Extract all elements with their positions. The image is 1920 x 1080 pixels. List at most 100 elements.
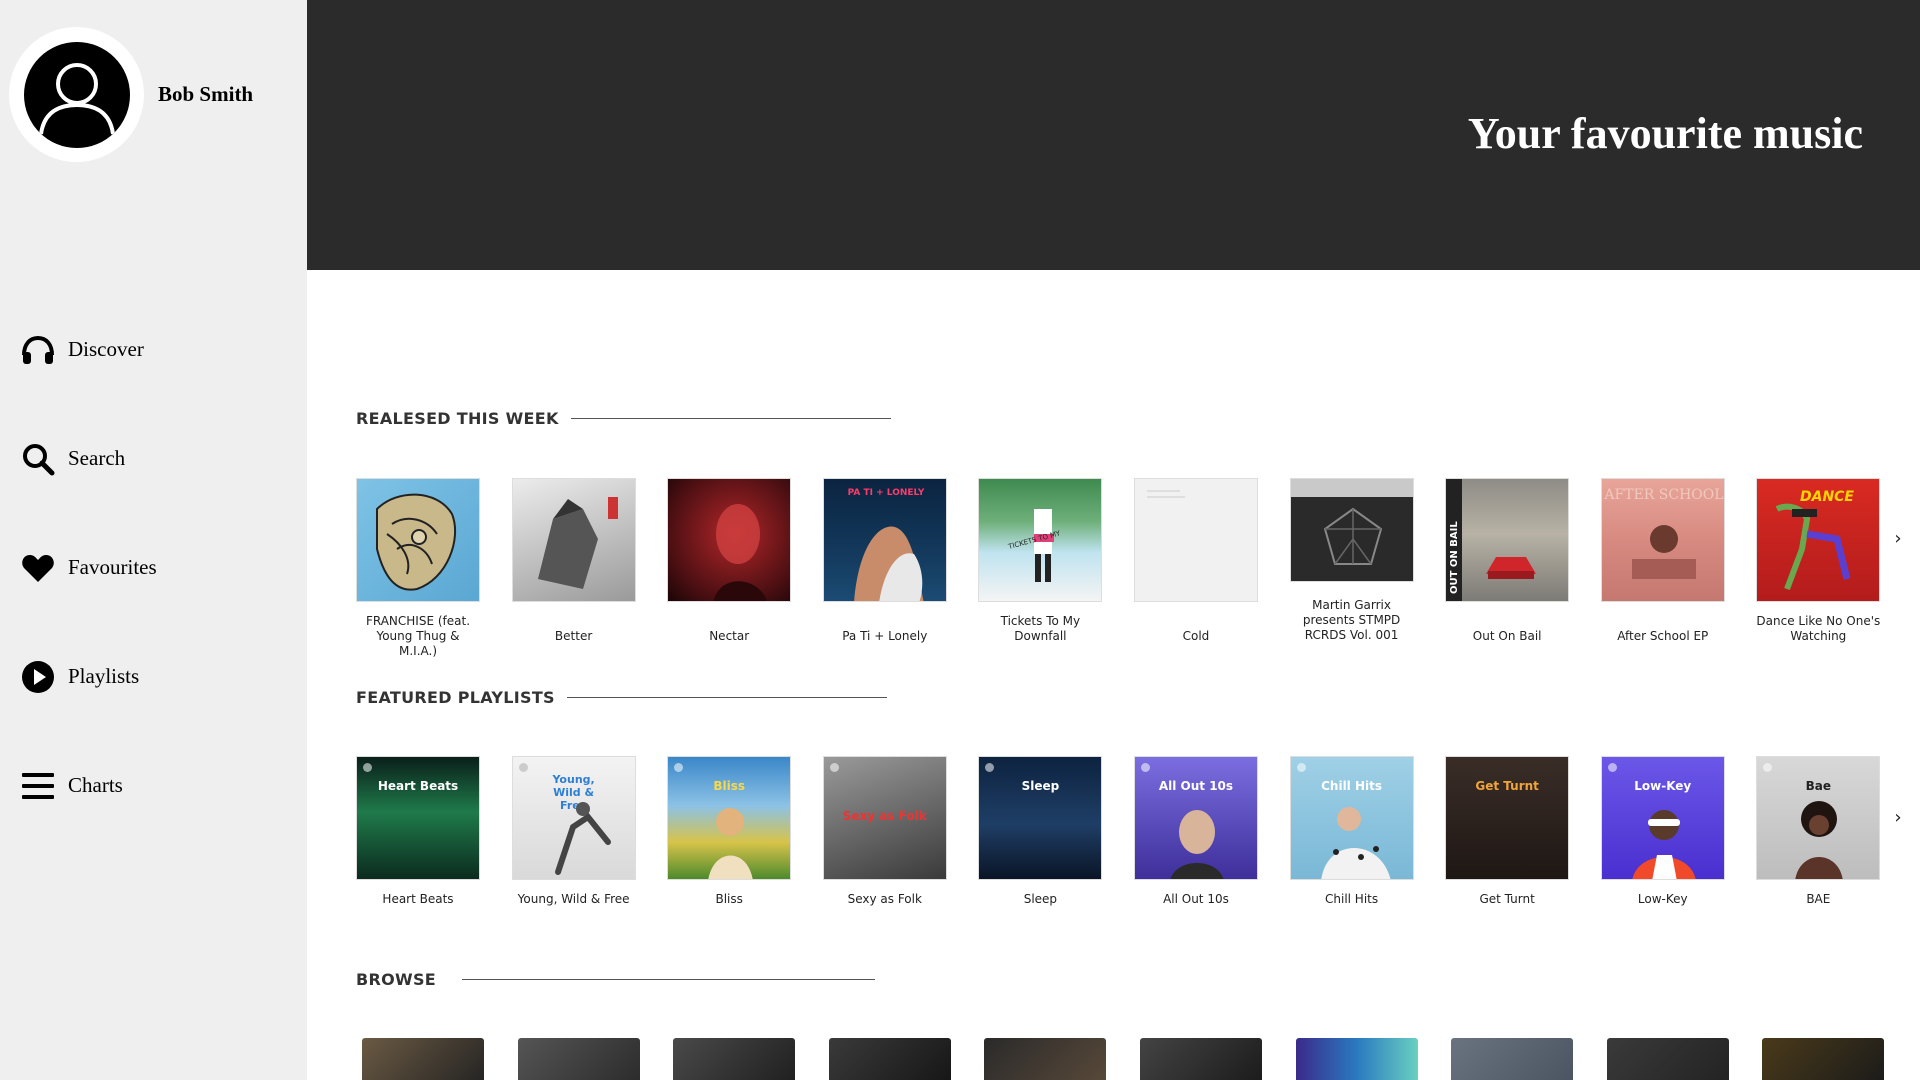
play-circle-icon <box>20 659 56 695</box>
album-card[interactable]: AFTER SCHOOL After School EP <box>1600 478 1725 659</box>
heart-icon <box>20 550 56 586</box>
profile-name: Bob Smith <box>158 82 254 106</box>
headphones-icon <box>20 332 56 368</box>
browse-tile[interactable] <box>1139 1038 1262 1080</box>
album-card[interactable]: OUT ON BAIL Out On Bail <box>1445 478 1570 659</box>
playlist-card[interactable]: Get Turnt Get Turnt <box>1445 756 1570 937</box>
page-title: Your favourite music <box>1467 109 1863 158</box>
playlist-cover: Get Turnt <box>1445 756 1570 880</box>
album-title: Dance Like No One's Watching <box>1756 614 1881 643</box>
album-cover: TICKETS TO MY <box>978 478 1103 602</box>
browse-tile[interactable] <box>362 1038 484 1080</box>
album-title: FRANCHISE (feat. Young Thug & M.I.A.) <box>365 614 471 658</box>
playlist-title: Get Turnt <box>1479 892 1535 906</box>
search-icon <box>20 441 56 477</box>
playlist-title: Sleep <box>1023 892 1058 906</box>
playlist-title: Low-Key <box>1637 892 1688 906</box>
playlist-card[interactable]: Young, Wild & Free Young, Wild & Free <box>511 756 636 937</box>
section-divider <box>566 697 887 698</box>
sidebar: Bob Smith Discover Search Favourites Pla… <box>0 0 307 1080</box>
cover-title: Get Turnt <box>1475 779 1539 793</box>
album-cover <box>511 478 636 602</box>
album-card[interactable]: Cold <box>1133 478 1258 659</box>
svg-text:OUT ON BAIL: OUT ON BAIL <box>1449 521 1460 594</box>
svg-text:AFTER SCHOOL: AFTER SCHOOL <box>1603 487 1723 503</box>
album-card[interactable]: Better <box>511 478 636 659</box>
badge-icon <box>363 763 372 772</box>
playlist-card[interactable]: Heart Beats Heart Beats <box>356 756 480 937</box>
browse-tile[interactable] <box>1606 1038 1729 1080</box>
section-header-browse: BROWSE <box>356 970 876 989</box>
svg-text:PA TI + LONELY: PA TI + LONELY <box>847 488 924 498</box>
playlist-cover: Heart Beats <box>356 756 480 880</box>
playlist-card[interactable]: Bae BAE <box>1756 756 1881 937</box>
playlist-cover: Bliss <box>667 756 792 880</box>
released-next-arrow[interactable]: › <box>1890 528 1906 549</box>
featured-next-arrow[interactable]: › <box>1890 807 1906 828</box>
badge-icon <box>985 763 995 772</box>
nav-item-discover[interactable]: Discover <box>20 295 157 404</box>
nav-label: Playlists <box>68 664 140 688</box>
album-card[interactable]: Martin Garrix presents STMPD RCRDS Vol. … <box>1289 478 1414 659</box>
album-cover: PA TI + LONELY <box>822 478 947 602</box>
nav-label: Search <box>68 446 126 470</box>
album-title: Cold <box>1182 629 1210 643</box>
section-divider <box>462 979 876 980</box>
cover-title: Heart Beats <box>377 779 459 793</box>
playlist-cover: Sexy as Folk <box>822 756 947 880</box>
browse-tile[interactable] <box>1451 1038 1574 1080</box>
playlist-cover: Young, Wild & Free <box>511 756 636 880</box>
badge-icon <box>829 763 839 772</box>
nav-item-favourites[interactable]: Favourites <box>20 513 157 622</box>
playlist-title: Heart Beats <box>382 892 454 906</box>
album-card[interactable]: Nectar <box>667 478 792 659</box>
menu-bars-icon <box>20 768 56 804</box>
playlist-title: All Out 10s <box>1163 892 1229 906</box>
profile[interactable]: Bob Smith <box>9 27 253 162</box>
nav-label: Favourites <box>68 555 157 579</box>
album-cover: OUT ON BAIL <box>1445 478 1570 602</box>
playlist-title: Chill Hits <box>1325 892 1379 906</box>
album-title: Pa Ti + Lonely <box>842 629 928 643</box>
playlist-card[interactable]: All Out 10s All Out 10s <box>1133 756 1258 937</box>
svg-text:DANCE: DANCE <box>1800 489 1854 505</box>
section-title: BROWSE <box>356 970 437 989</box>
section-divider <box>570 418 891 419</box>
nav-item-playlists[interactable]: Playlists <box>20 622 157 731</box>
featured-row: Heart Beats Heart Beats Young, Wild & Fr… <box>356 756 1912 937</box>
playlist-title: Young, Wild & Free <box>517 892 630 906</box>
playlist-cover: Low-Key <box>1600 756 1725 880</box>
playlist-cover: Sleep <box>978 756 1103 880</box>
album-title: Nectar <box>709 629 750 643</box>
album-card[interactable]: DANCE Dance Like No One's Watching <box>1756 478 1881 659</box>
playlist-card[interactable]: Low-Key Low-Key <box>1600 756 1725 937</box>
browse-tile[interactable] <box>1295 1038 1418 1080</box>
playlist-card[interactable]: Sleep Sleep <box>978 756 1103 937</box>
browse-tile[interactable] <box>517 1038 640 1080</box>
album-card[interactable]: TICKETS TO MY Tickets To My Downfall <box>978 478 1103 659</box>
browse-tile[interactable] <box>1762 1038 1885 1080</box>
browse-tile[interactable] <box>828 1038 951 1080</box>
nav-label: Charts <box>68 773 123 797</box>
playlist-card[interactable]: Chill Hits Chill Hits <box>1289 756 1414 937</box>
album-card[interactable]: FRANCHISE (feat. Young Thug & M.I.A.) <box>356 478 480 659</box>
nav-item-search[interactable]: Search <box>20 404 157 513</box>
cover-title: Sleep <box>1021 779 1060 793</box>
section-header-released: REALESED THIS WEEK <box>356 409 891 428</box>
album-card[interactable]: PA TI + LONELY Pa Ti + Lonely <box>822 478 947 659</box>
section-title: FEATURED PLAYLISTS <box>356 688 555 707</box>
playlist-card[interactable]: Sexy as Folk Sexy as Folk <box>822 756 947 937</box>
album-cover <box>356 478 480 602</box>
nav-item-charts[interactable]: Charts <box>20 731 157 840</box>
album-cover: DANCE <box>1756 478 1881 602</box>
cover-title: Sexy as Folk <box>842 809 927 823</box>
released-row: FRANCHISE (feat. Young Thug & M.I.A.) Be… <box>356 478 1912 659</box>
section-title: REALESED THIS WEEK <box>356 409 559 428</box>
browse-tile[interactable] <box>673 1038 796 1080</box>
album-title: Martin Garrix presents STMPD RCRDS Vol. … <box>1302 598 1401 642</box>
album-cover: AFTER SCHOOL <box>1600 478 1725 602</box>
playlist-card[interactable]: Bliss Bliss <box>667 756 792 937</box>
avatar[interactable] <box>9 27 144 162</box>
browse-tile[interactable] <box>984 1038 1107 1080</box>
browse-row <box>362 1038 1918 1080</box>
